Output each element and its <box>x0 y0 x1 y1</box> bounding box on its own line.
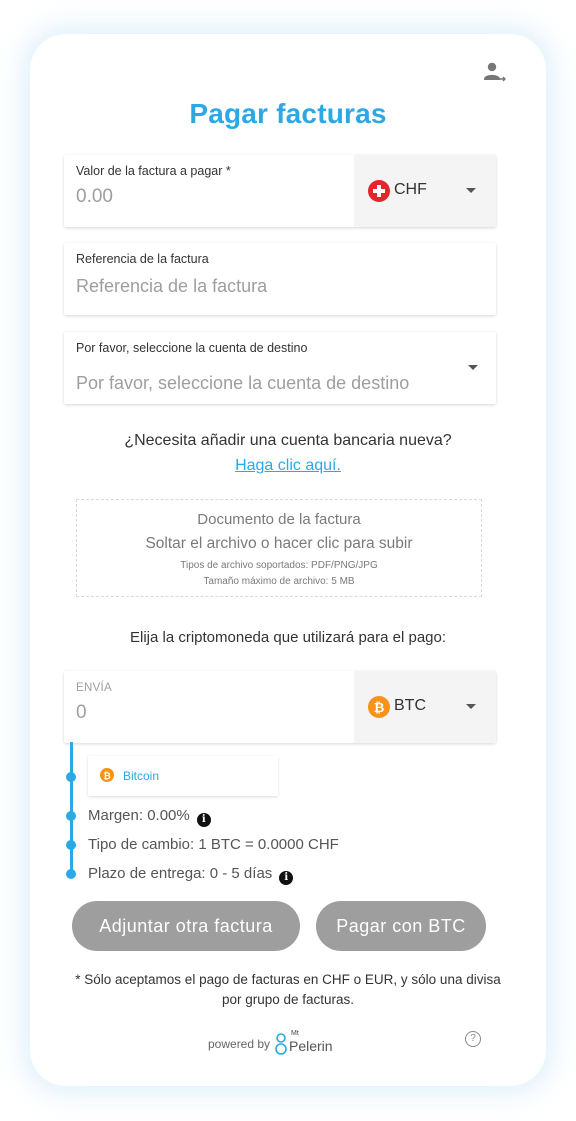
destination-value: Por favor, seleccione la cuenta de desti… <box>76 373 410 393</box>
brand-small: Mt <box>291 1030 299 1037</box>
send-amount-field[interactable]: ENVÍA 0 ₿ BTC <box>64 671 496 743</box>
invoice-amount-label: Valor de la factura a pagar * <box>76 164 231 178</box>
info-icon[interactable]: i <box>279 871 294 885</box>
reference-input[interactable]: Referencia de la factura <box>76 276 267 297</box>
margin-text: Margen: 0.00% <box>88 807 190 824</box>
mt-pelerin-logo[interactable]: Mt Pelerin <box>273 1030 343 1058</box>
new-bank-question: ¿Necesita añadir una cuenta bancaria nue… <box>124 432 452 449</box>
currency-value: CHF <box>394 181 427 198</box>
timeline-dot <box>66 811 76 821</box>
chevron-down-icon <box>466 188 476 193</box>
brand-name: Pelerin <box>289 1038 333 1054</box>
bitcoin-icon: ₿ <box>100 768 114 782</box>
new-bank-link[interactable]: Haga clic aquí. <box>38 457 538 475</box>
dropzone-types: Tipos de archivo soportados: PDF/PNG/JPG <box>180 560 378 571</box>
timeline-line <box>70 742 73 874</box>
crypto-value: BTC <box>394 697 426 714</box>
currency-select[interactable]: CHF <box>354 155 496 227</box>
info-icon[interactable]: i <box>196 813 211 827</box>
page-title: Pagar facturas <box>189 98 387 129</box>
destination-label: Por favor, seleccione la cuenta de desti… <box>76 341 308 355</box>
help-icon[interactable]: ? <box>465 1031 481 1047</box>
send-label: ENVÍA <box>76 682 113 694</box>
dropzone-instruction: Soltar el archivo o hacer clic para subi… <box>145 535 413 552</box>
bitcoin-icon: ₿ <box>368 696 390 718</box>
reference-label: Referencia de la factura <box>76 252 209 266</box>
powered-by-text: powered by <box>208 1037 271 1051</box>
delivery-text: Plazo de entrega: 0 - 5 días <box>88 865 273 882</box>
margin-info: Margen: 0.00% i <box>88 807 211 827</box>
exchange-rate: Tipo de cambio: 1 BTC = 0.0000 CHF <box>88 836 339 853</box>
coin-chip-bitcoin[interactable]: ₿ Bitcoin <box>88 756 278 796</box>
coin-name: Bitcoin <box>123 769 160 783</box>
delivery-info: Plazo de entrega: 0 - 5 días i <box>88 865 294 885</box>
reference-field[interactable]: Referencia de la factura Referencia de l… <box>64 243 496 315</box>
invoice-amount-field[interactable]: Valor de la factura a pagar * 0.00 CHF <box>64 155 496 227</box>
payment-note: * Sólo aceptamos el pago de facturas en … <box>75 972 501 1007</box>
payment-card: Pagar facturas Valor de la factura a pag… <box>38 42 538 1078</box>
destination-select[interactable]: Por favor, seleccione la cuenta de desti… <box>64 332 496 404</box>
timeline-dot <box>66 840 76 850</box>
dropzone-max-size: Tamaño máximo de archivo: 5 MB <box>203 576 355 587</box>
svg-text:₿: ₿ <box>374 701 385 716</box>
pelerin-logo-icon <box>275 1033 287 1055</box>
svg-text:₿: ₿ <box>103 771 110 782</box>
crypto-select[interactable]: ₿ BTC <box>354 671 496 743</box>
send-amount-input[interactable]: 0 <box>76 702 87 724</box>
swiss-flag-icon <box>368 180 390 202</box>
invoice-dropzone[interactable]: Documento de la factura Soltar el archiv… <box>76 499 482 597</box>
pay-button[interactable]: Pagar con BTC <box>316 901 486 951</box>
crypto-prompt: Elija la criptomoneda que utilizará para… <box>129 629 447 646</box>
attach-invoice-button[interactable]: Adjuntar otra factura <box>72 901 300 951</box>
user-switch-icon[interactable] <box>481 59 507 85</box>
dropzone-title: Documento de la factura <box>197 511 361 528</box>
timeline-dot <box>66 772 76 782</box>
timeline-dot <box>66 869 76 879</box>
invoice-amount-input[interactable]: 0.00 <box>76 186 113 208</box>
chevron-down-icon <box>468 365 478 370</box>
chevron-down-icon <box>466 704 476 709</box>
